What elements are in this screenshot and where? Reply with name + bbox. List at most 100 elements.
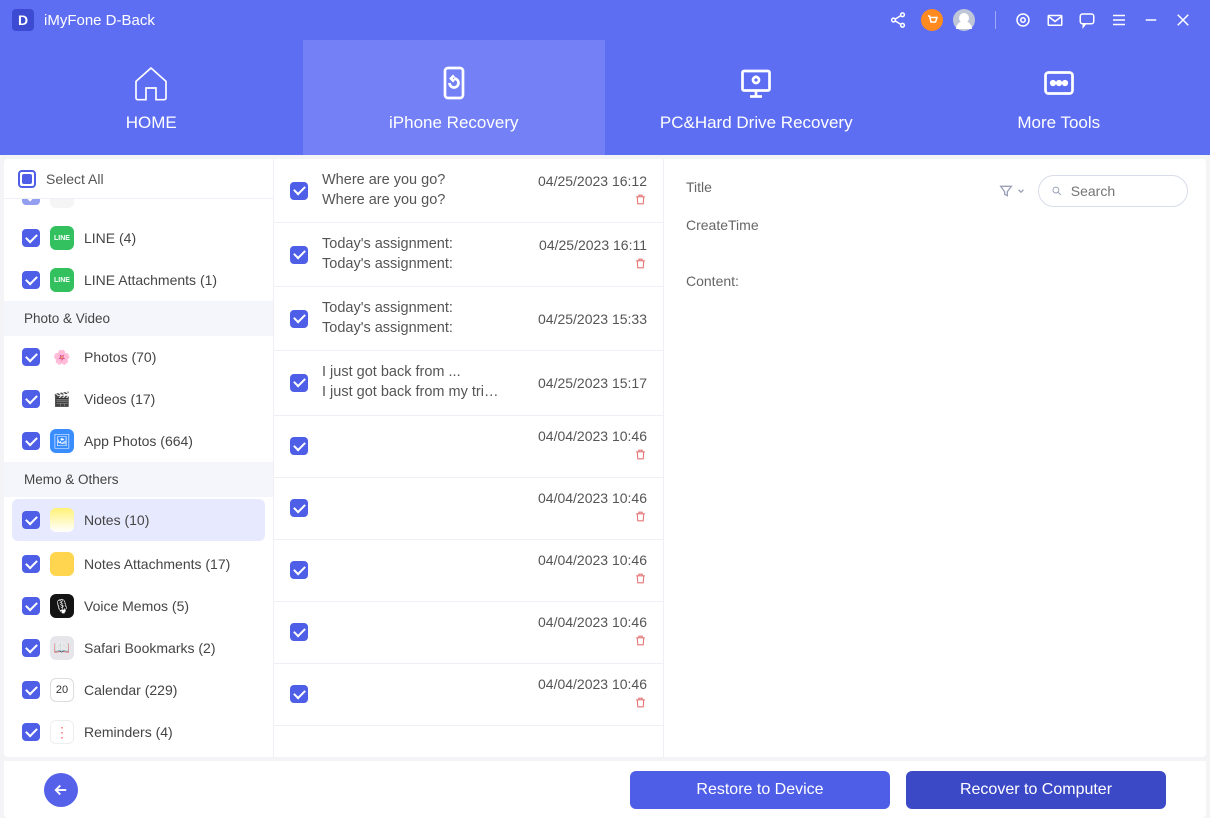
- note-checkbox[interactable]: [290, 182, 308, 200]
- close-icon[interactable]: [1168, 5, 1198, 35]
- select-all-label: Select All: [46, 171, 104, 187]
- sidebar-item[interactable]: 🎬Videos (17): [4, 378, 273, 420]
- sidebar-item-label: Calendar (229): [84, 682, 177, 698]
- note-preview: Where are you go?: [322, 191, 503, 211]
- tab-pc-recovery[interactable]: PC&Hard Drive Recovery: [605, 40, 908, 155]
- note-meta: 04/25/2023 15:33: [517, 311, 647, 327]
- search-box[interactable]: [1038, 175, 1188, 207]
- note-text: Where are you go?Where are you go?: [322, 171, 503, 210]
- sidebar-item-checkbox[interactable]: [22, 390, 40, 408]
- sidebar-item[interactable]: 20 Calendar (229): [4, 669, 273, 711]
- sidebar-item-checkbox[interactable]: [22, 597, 40, 615]
- sidebar-item[interactable]: 📖Safari Bookmarks (2): [4, 627, 273, 669]
- note-row[interactable]: 04/04/2023 10:46: [274, 540, 663, 602]
- sidebar-item-checkbox[interactable]: [22, 271, 40, 289]
- sidebar-item-checkbox[interactable]: [22, 229, 40, 247]
- note-date: 04/25/2023 15:17: [538, 375, 647, 391]
- note-date: 04/04/2023 10:46: [538, 428, 647, 444]
- sidebar-item-checkbox[interactable]: [22, 555, 40, 573]
- menu-icon[interactable]: [1104, 5, 1134, 35]
- sidebar-item[interactable]: 🌸Photos (70): [4, 336, 273, 378]
- recover-to-computer-button[interactable]: Recover to Computer: [906, 771, 1166, 809]
- note-preview: Today's assignment:: [322, 255, 503, 275]
- tab-iphone-recovery[interactable]: iPhone Recovery: [303, 40, 606, 155]
- sidebar-item[interactable]: Notes (10): [12, 499, 265, 541]
- trash-icon[interactable]: [634, 510, 647, 526]
- sidebar-item-checkbox[interactable]: [22, 511, 40, 529]
- note-preview: Today's assignment:: [322, 319, 503, 339]
- sidebar-item-checkbox[interactable]: [22, 723, 40, 741]
- tab-home-label: HOME: [126, 113, 177, 133]
- mail-icon[interactable]: [1040, 5, 1070, 35]
- trash-icon[interactable]: [634, 634, 647, 650]
- cart-icon[interactable]: [921, 9, 943, 31]
- feedback-icon[interactable]: [1072, 5, 1102, 35]
- note-text: Today's assignment:Today's assignment:: [322, 235, 503, 274]
- note-row[interactable]: 04/04/2023 10:46: [274, 416, 663, 478]
- note-title: I just got back from ...: [322, 363, 503, 383]
- sidebar-item[interactable]: ⋮ Reminders (4): [4, 711, 273, 753]
- sidebar-item-icon: ⋮: [50, 720, 74, 744]
- sidebar-item[interactable]: Notes Attachments (17): [4, 543, 273, 585]
- share-icon[interactable]: [883, 5, 913, 35]
- restore-to-device-button[interactable]: Restore to Device: [630, 771, 890, 809]
- note-checkbox[interactable]: [290, 685, 308, 703]
- trash-icon[interactable]: [634, 572, 647, 588]
- sidebar-item-checkbox[interactable]: [22, 348, 40, 366]
- select-all-row[interactable]: Select All: [4, 159, 273, 199]
- notes-list[interactable]: Where are you go?Where are you go? 04/25/…: [274, 159, 664, 757]
- note-meta: 04/25/2023 16:12: [517, 173, 647, 209]
- settings-icon[interactable]: [1008, 5, 1038, 35]
- note-checkbox[interactable]: [290, 623, 308, 641]
- note-row[interactable]: Today's assignment:Today's assignment:04…: [274, 223, 663, 287]
- note-meta: 04/04/2023 10:46: [517, 676, 647, 712]
- note-checkbox[interactable]: [290, 499, 308, 517]
- search-icon: [1051, 184, 1063, 198]
- trash-icon[interactable]: [634, 193, 647, 209]
- note-date: 04/25/2023 15:33: [538, 311, 647, 327]
- category-list[interactable]: LINELINE (4)LINELINE Attachments (1)Phot…: [4, 199, 273, 757]
- sidebar-item-checkbox[interactable]: [22, 639, 40, 657]
- sidebar-item[interactable]: 🎙Voice Memos (5): [4, 585, 273, 627]
- search-input[interactable]: [1071, 183, 1175, 199]
- trash-icon[interactable]: [634, 448, 647, 464]
- filter-button[interactable]: [998, 183, 1026, 199]
- sidebar-item[interactable]: LINELINE (4): [4, 217, 273, 259]
- note-row[interactable]: 04/04/2023 10:46: [274, 478, 663, 540]
- tab-home[interactable]: HOME: [0, 40, 303, 155]
- note-row[interactable]: 04/04/2023 10:46: [274, 602, 663, 664]
- note-row[interactable]: I just got back from ...I just got back …: [274, 351, 663, 415]
- note-checkbox[interactable]: [290, 374, 308, 392]
- back-button[interactable]: [44, 773, 78, 807]
- select-all-checkbox[interactable]: [18, 170, 36, 188]
- note-checkbox[interactable]: [290, 310, 308, 328]
- sidebar-item-checkbox[interactable]: [22, 432, 40, 450]
- note-row[interactable]: Today's assignment:Today's assignment:04…: [274, 287, 663, 351]
- trash-icon[interactable]: [634, 257, 647, 273]
- note-checkbox[interactable]: [290, 561, 308, 579]
- tab-more-tools[interactable]: More Tools: [908, 40, 1210, 155]
- trash-icon[interactable]: [634, 696, 647, 712]
- content-area: Select All LINELINE (4)LINELINE Attachme…: [4, 159, 1206, 757]
- sidebar-item-icon: [50, 552, 74, 576]
- note-text: I just got back from ...I just got back …: [322, 363, 503, 402]
- note-date: 04/04/2023 10:46: [538, 676, 647, 692]
- sidebar-item[interactable]: 🖼App Photos (664): [4, 420, 273, 462]
- note-checkbox[interactable]: [290, 246, 308, 264]
- sidebar-item-label: Reminders (4): [84, 724, 173, 740]
- sidebar-item-icon: 20: [50, 678, 74, 702]
- sidebar-item[interactable]: [4, 199, 273, 217]
- sidebar-item[interactable]: LINELINE Attachments (1): [4, 259, 273, 301]
- note-meta: 04/25/2023 15:17: [517, 375, 647, 391]
- minimize-icon[interactable]: [1136, 5, 1166, 35]
- sidebar-item-checkbox[interactable]: [22, 199, 40, 205]
- sidebar-group-header: Photo & Video: [4, 301, 273, 336]
- sidebar-item-icon: 🎙: [50, 594, 74, 618]
- sidebar-item-checkbox[interactable]: [22, 681, 40, 699]
- home-icon: [131, 63, 171, 103]
- note-row[interactable]: Where are you go?Where are you go? 04/25/…: [274, 159, 663, 223]
- note-date: 04/04/2023 10:46: [538, 490, 647, 506]
- note-checkbox[interactable]: [290, 437, 308, 455]
- note-row[interactable]: 04/04/2023 10:46: [274, 664, 663, 726]
- account-avatar-icon[interactable]: [953, 9, 975, 31]
